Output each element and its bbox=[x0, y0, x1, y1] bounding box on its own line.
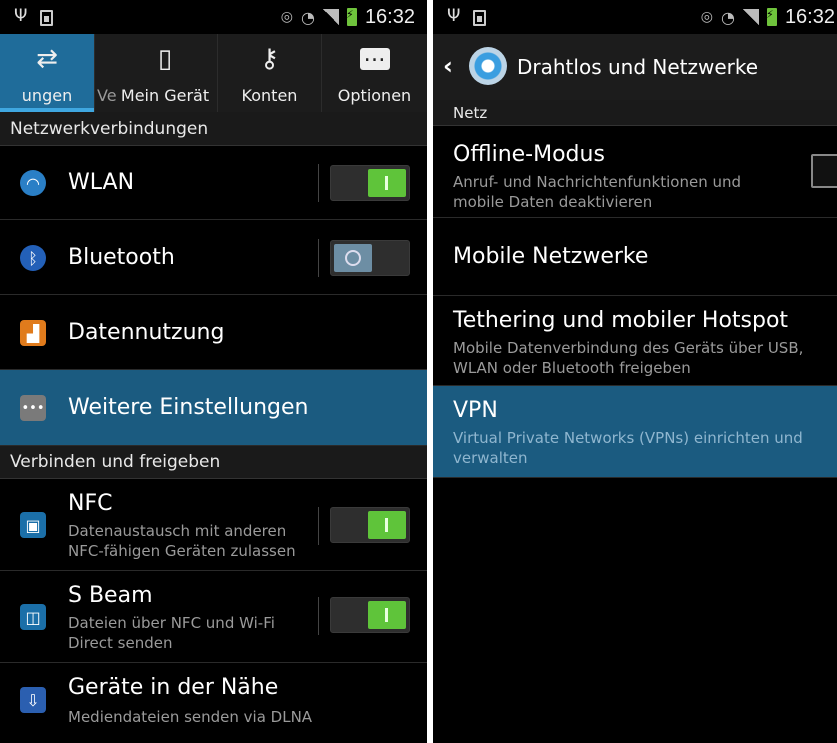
item-subtitle: Datenaustausch mit anderen NFC-fähigen G… bbox=[68, 522, 296, 560]
page-title: Drahtlos und Netzwerke bbox=[517, 55, 759, 79]
signal-icon bbox=[742, 9, 759, 25]
wlan-toggle[interactable] bbox=[330, 165, 410, 201]
device-icon: ▯ bbox=[157, 44, 173, 74]
tab-label: Optionen bbox=[337, 86, 412, 105]
item-subtitle: Virtual Private Networks (VPNs) einricht… bbox=[453, 429, 803, 467]
nfc-toggle[interactable] bbox=[330, 507, 410, 543]
item-subtitle: Dateien über NFC und Wi-Fi Direct senden bbox=[68, 614, 275, 652]
sd-card-icon bbox=[473, 10, 486, 26]
nearby-devices-icon: ⇩ bbox=[20, 687, 46, 713]
item-title: VPN bbox=[453, 398, 498, 423]
list-item-tethering[interactable]: Tethering und mobiler Hotspot Mobile Dat… bbox=[433, 296, 837, 386]
action-bar: ‹ Drahtlos und Netzwerke bbox=[433, 34, 837, 100]
wifi-icon: ◠ bbox=[20, 170, 46, 196]
more-settings-icon: ••• bbox=[20, 395, 46, 421]
list-item-weitere-einstellungen[interactable]: ••• Weitere Einstellungen bbox=[0, 370, 427, 446]
item-title: Offline-Modus bbox=[453, 142, 605, 167]
tab-label: Ve bbox=[97, 86, 117, 105]
section-header: Verbinden und freigeben bbox=[0, 446, 427, 479]
tab-verbindungen[interactable]: ⇄ ungen bbox=[0, 34, 95, 112]
divider bbox=[318, 164, 319, 202]
item-subtitle: Mediendateien senden via DLNA bbox=[68, 708, 313, 726]
list-item-mobile-netzwerke[interactable]: Mobile Netzwerke bbox=[433, 218, 837, 296]
toggle-knob bbox=[368, 601, 406, 629]
s-beam-toggle[interactable] bbox=[330, 597, 410, 633]
battery-charging-icon bbox=[766, 8, 777, 26]
signal-icon bbox=[322, 9, 339, 25]
wifi-status-icon: ◔ bbox=[720, 7, 735, 27]
list-item-geraete-in-der-naehe[interactable]: ⇩ Geräte in der Nähe Mediendateien sende… bbox=[0, 663, 427, 743]
sd-card-icon bbox=[40, 10, 53, 26]
item-title: WLAN bbox=[68, 170, 135, 195]
item-subtitle: Anruf- und Nachrichtenfunktionen und mob… bbox=[453, 173, 742, 211]
bluetooth-icon: ᛒ bbox=[20, 245, 46, 271]
status-bar: Ψ ◎ ◔ 16:32 bbox=[0, 0, 427, 34]
left-screen: Ψ ◎ ◔ 16:32 ⇄ ungen Ve ▯ Mein Gerät ⚷ Ko… bbox=[0, 0, 427, 743]
battery-charging-icon bbox=[346, 8, 357, 26]
item-title: NFC bbox=[68, 491, 113, 516]
offline-mode-checkbox[interactable] bbox=[811, 154, 837, 188]
section-header: Netz bbox=[433, 100, 837, 126]
clock: 16:32 bbox=[784, 5, 835, 28]
wifi-status-icon: ◔ bbox=[300, 7, 315, 27]
tab-label: Mein Gerät bbox=[120, 86, 210, 105]
list-item-vpn[interactable]: VPN Virtual Private Networks (VPNs) einr… bbox=[433, 386, 837, 478]
item-title: Datennutzung bbox=[68, 320, 225, 345]
divider bbox=[318, 239, 319, 277]
data-usage-icon: ▟ bbox=[20, 320, 46, 346]
list-item-offline-modus[interactable]: Offline-Modus Anruf- und Nachrichtenfunk… bbox=[433, 126, 837, 218]
back-icon[interactable]: ‹ bbox=[443, 52, 453, 80]
settings-tab-bar: ⇄ ungen Ve ▯ Mein Gerät ⚷ Konten … Optio… bbox=[0, 34, 427, 112]
status-bar: Ψ ◎ ◔ 16:32 bbox=[433, 0, 837, 34]
settings-gear-icon bbox=[469, 47, 507, 85]
status-icons: ◎ ◔ 16:32 bbox=[701, 4, 835, 30]
item-subtitle: Mobile Datenverbindung des Geräts über U… bbox=[453, 339, 804, 377]
clock: 16:32 bbox=[364, 5, 415, 28]
more-options-icon: … bbox=[359, 44, 390, 70]
section-header: Netzwerkverbindungen bbox=[0, 112, 427, 146]
item-title: Tethering und mobiler Hotspot bbox=[453, 308, 789, 333]
list-item-nfc[interactable]: ▣ NFC Datenaustausch mit anderen NFC-fäh… bbox=[0, 479, 427, 571]
item-title: Weitere Einstellungen bbox=[68, 395, 309, 420]
list-item-bluetooth[interactable]: ᛒ Bluetooth bbox=[0, 220, 427, 295]
s-beam-icon: ◫ bbox=[20, 604, 46, 630]
settings-connections-icon: ⇄ bbox=[36, 44, 58, 74]
smart-stay-icon: ◎ bbox=[280, 9, 293, 25]
tab-label: ungen bbox=[21, 86, 73, 105]
key-icon: ⚷ bbox=[259, 44, 280, 74]
list-item-wlan[interactable]: ◠ WLAN bbox=[0, 146, 427, 220]
tab-partial[interactable]: Ve bbox=[95, 34, 117, 112]
divider bbox=[318, 597, 319, 635]
tab-mein-geraet[interactable]: ▯ Mein Gerät bbox=[113, 34, 218, 112]
right-screen: Ψ ◎ ◔ 16:32 ‹ Drahtlos und Netzwerke Net… bbox=[433, 0, 837, 743]
usb-icon: Ψ bbox=[14, 6, 28, 26]
toggle-knob bbox=[334, 244, 372, 272]
list-item-datennutzung[interactable]: ▟ Datennutzung bbox=[0, 295, 427, 370]
bluetooth-toggle[interactable] bbox=[330, 240, 410, 276]
list-item-s-beam[interactable]: ◫ S Beam Dateien über NFC und Wi-Fi Dire… bbox=[0, 571, 427, 663]
usb-icon: Ψ bbox=[447, 6, 461, 26]
smart-stay-icon: ◎ bbox=[700, 9, 713, 25]
divider bbox=[318, 507, 319, 545]
status-icons: ◎ ◔ 16:32 bbox=[281, 4, 415, 30]
item-title: Mobile Netzwerke bbox=[453, 244, 649, 269]
item-title: Bluetooth bbox=[68, 245, 175, 270]
tab-optionen[interactable]: … Optionen bbox=[322, 34, 427, 112]
tab-label: Konten bbox=[241, 86, 298, 105]
toggle-knob bbox=[368, 511, 406, 539]
nfc-icon: ▣ bbox=[20, 512, 46, 538]
item-title: Geräte in der Nähe bbox=[68, 675, 279, 700]
tab-konten[interactable]: ⚷ Konten bbox=[218, 34, 322, 112]
item-title: S Beam bbox=[68, 583, 153, 608]
toggle-knob bbox=[368, 169, 406, 197]
